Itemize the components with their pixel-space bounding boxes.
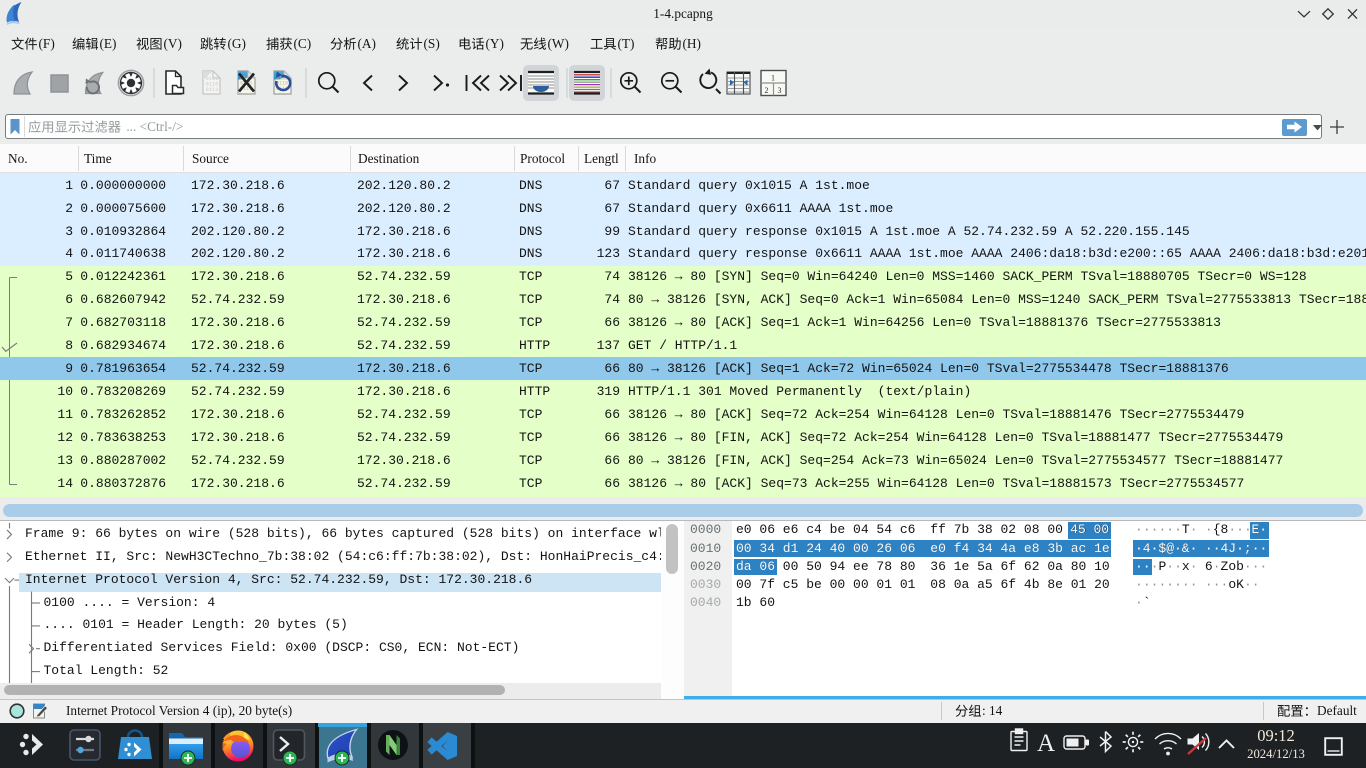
svg-text:A: A — [1037, 730, 1055, 757]
svg-text:0111: 0111 — [206, 87, 219, 93]
svg-text:3: 3 — [778, 86, 782, 95]
svg-text:1: 1 — [771, 74, 775, 83]
svg-text:2: 2 — [765, 86, 769, 95]
